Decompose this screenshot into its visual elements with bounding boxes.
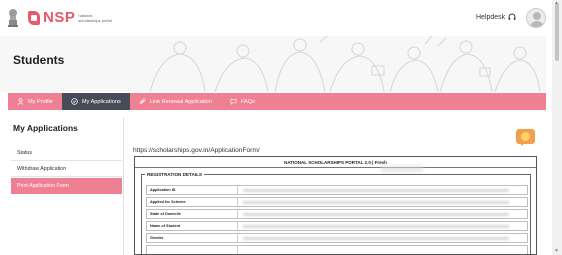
redacted-value <box>243 213 509 216</box>
main-nav: My Profile My Applications Link Renewal … <box>8 93 546 110</box>
nsp-student-page: NSP national scholarships portal Helpdes… <box>0 0 562 255</box>
redacted-value <box>243 189 509 192</box>
form-row-name-of-student: Name of Student <box>146 221 528 231</box>
nav-link-renewal-application[interactable]: Link Renewal Application <box>130 93 221 110</box>
helpdesk-button[interactable]: Helpdesk <box>476 13 516 21</box>
page-title: Students <box>13 53 65 67</box>
redacted-text <box>381 166 423 172</box>
nav-my-applications-label: My Applications <box>81 98 121 105</box>
section-title: REGISTRATION DETAILS <box>145 172 204 177</box>
helpdesk-label: Helpdesk <box>476 13 506 21</box>
row-separator <box>237 186 238 194</box>
sidebar-item-print-application-form[interactable]: Print Application Form <box>11 178 122 194</box>
row-separator <box>237 210 238 218</box>
avatar-head <box>533 12 541 20</box>
students-sketch-illustration <box>149 36 541 92</box>
row-separator <box>237 222 238 230</box>
user-icon <box>17 98 24 105</box>
link-icon <box>139 98 146 105</box>
sidebar-item-withdraw-application[interactable]: Withdraw Application <box>11 161 122 177</box>
registration-details-section: REGISTRATION DETAILS Application ID Appl… <box>141 172 531 254</box>
row-label: State of Domicile <box>150 212 181 216</box>
top-header: NSP national scholarships portal Helpdes… <box>0 0 562 36</box>
avatar-body <box>530 21 544 27</box>
row-separator <box>237 198 238 206</box>
check-circle-icon <box>71 98 78 105</box>
chatbot-bubble-tail <box>519 142 525 146</box>
nsp-logo[interactable]: NSP national scholarships portal <box>28 9 112 26</box>
nav-my-profile[interactable]: My Profile <box>8 93 62 110</box>
form-title: NATIONAL SCHOLARSHIPS PORTAL 2.0 | Fresh <box>135 158 536 168</box>
form-row-application-id: Application ID <box>146 185 528 195</box>
sidebar-divider <box>123 117 124 255</box>
form-row-state-of-domicile: State of Domicile <box>146 209 528 219</box>
row-separator <box>237 246 238 254</box>
hero-banner <box>0 36 546 92</box>
nav-faqs[interactable]: FAQs <box>221 93 264 110</box>
sidebar: My Applications Status Withdraw Applicat… <box>8 117 123 255</box>
nav-link-renewal-label: Link Renewal Application <box>149 98 212 105</box>
row-label: Gender <box>150 236 164 240</box>
form-row-empty <box>146 245 528 254</box>
form-url: https://scholarships.gov.in/ApplicationF… <box>133 147 260 154</box>
nsp-logo-text: NSP <box>43 9 76 26</box>
nav-faqs-label: FAQs <box>240 98 255 105</box>
scroll-up-arrow-icon[interactable]: ▲ <box>554 0 559 6</box>
user-avatar[interactable] <box>526 8 546 28</box>
row-label: Name of Student <box>150 224 181 228</box>
scroll-down-arrow-icon[interactable]: ▼ <box>554 248 559 254</box>
headset-icon <box>508 13 516 20</box>
sidebar-title: My Applications <box>13 123 78 133</box>
chat-icon <box>230 99 237 105</box>
sidebar-item-status[interactable]: Status <box>11 145 122 161</box>
nav-my-profile-label: My Profile <box>28 98 53 105</box>
redacted-value <box>243 225 509 228</box>
national-emblem-icon <box>8 9 18 27</box>
chatbot-icon <box>521 132 530 141</box>
nav-my-applications[interactable]: My Applications <box>61 93 130 110</box>
form-row-applied-for-scheme: Applied for Scheme <box>146 197 528 207</box>
nsp-logo-icon <box>28 10 40 25</box>
scrollbar-thumb[interactable] <box>555 3 559 61</box>
chatbot-button[interactable] <box>516 129 535 146</box>
redacted-value <box>243 201 509 204</box>
row-label: Applied for Scheme <box>150 200 186 204</box>
redacted-value <box>243 237 509 240</box>
nsp-logo-subtitle: national scholarships portal <box>78 12 112 23</box>
row-label: Application ID <box>150 188 176 192</box>
row-separator <box>237 234 238 242</box>
form-row-gender: Gender <box>146 233 528 243</box>
application-form-preview: NATIONAL SCHOLARSHIPS PORTAL 2.0 | Fresh… <box>134 156 537 255</box>
